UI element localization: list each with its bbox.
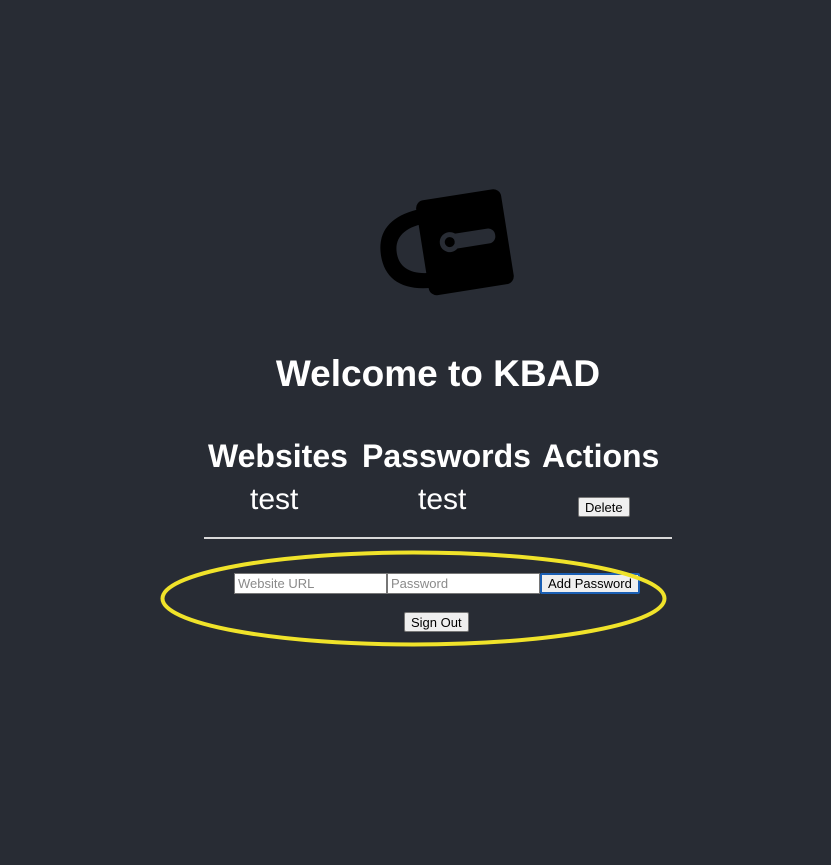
column-header-websites: Websites — [208, 438, 348, 474]
add-password-button[interactable]: Add Password — [540, 573, 640, 594]
website-url-input[interactable] — [234, 573, 387, 594]
column-header-actions: Actions — [542, 438, 660, 474]
page-title: Welcome to KBAD — [275, 353, 601, 394]
password-cell: test — [418, 483, 467, 516]
column-header-passwords: Passwords — [362, 438, 531, 474]
website-cell: test — [250, 483, 299, 516]
sign-out-button[interactable]: Sign Out — [404, 612, 469, 632]
highlight-ellipse — [160, 550, 667, 647]
padlock-icon — [380, 189, 514, 296]
divider — [204, 537, 672, 539]
password-input[interactable] — [387, 573, 540, 594]
delete-button[interactable]: Delete — [578, 497, 630, 517]
